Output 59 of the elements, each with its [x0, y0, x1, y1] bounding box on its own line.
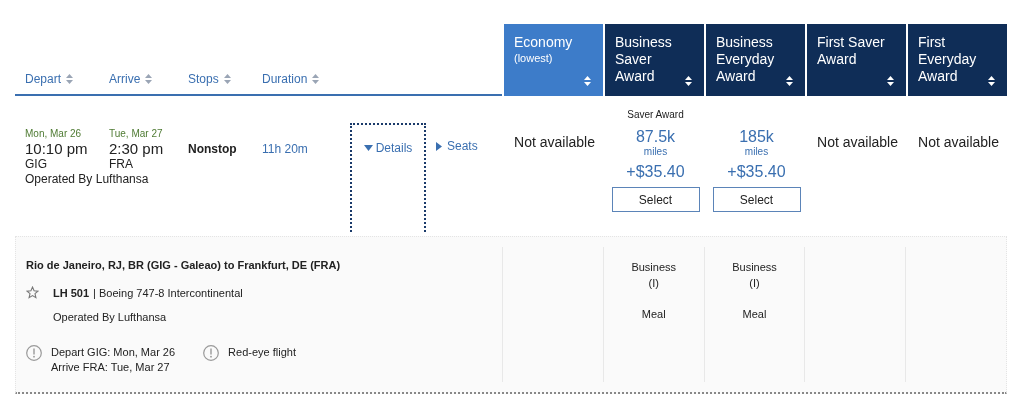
fare-column-header[interactable]: Economy (lowest): [504, 24, 603, 96]
operator-text: Operated By Lufthansa: [53, 310, 168, 325]
select-button[interactable]: Select: [611, 187, 700, 212]
sort-header[interactable]: Arrive: [109, 70, 188, 88]
miles-unit: miles: [643, 146, 668, 158]
cabin-text: Business: [732, 260, 777, 275]
alert-icon: [203, 344, 220, 361]
depart-date: Mon, Mar 26: [25, 128, 83, 140]
sort-icon: [988, 76, 995, 86]
meal-text: Meal: [742, 307, 767, 322]
details-link[interactable]: Details: [363, 139, 413, 157]
sort-icon: [685, 76, 692, 86]
award-label: Saver Award: [627, 108, 684, 122]
fee-amount: +$35.40: [626, 162, 685, 182]
sort-icon: [786, 76, 793, 86]
sort-icon: [145, 74, 153, 84]
alert-icon: [26, 344, 42, 361]
availability-text: Not available: [514, 133, 595, 152]
stops-text: Nonstop: [188, 141, 238, 158]
miles-amount: 185k: [739, 128, 774, 146]
caret-icon: [363, 145, 373, 151]
caret-icon: [436, 141, 442, 151]
fare-column-header[interactable]: Business Everyday Award: [706, 24, 805, 96]
miles-unit: miles: [744, 146, 769, 158]
fare-code: (I): [648, 276, 659, 291]
sort-icon: [584, 76, 591, 86]
depart-time: 10:10 pm: [25, 140, 89, 157]
aircraft-text: | Boeing 747-8 Intercontinental: [93, 285, 243, 301]
sort-icon: [312, 74, 320, 84]
sort-header[interactable]: Stops: [188, 70, 262, 88]
availability-text: Not available: [918, 133, 999, 152]
sort-icon: [223, 74, 231, 84]
notice-text: Depart GIG: Mon, Mar 26: [51, 344, 176, 360]
fare-column-header[interactable]: Business Saver Award: [605, 24, 704, 96]
meal-text: Meal: [641, 307, 666, 322]
notice-text: Arrive FRA: Tue, Mar 27: [51, 359, 171, 375]
availability-text: Not available: [817, 133, 898, 152]
depart-airport: GIG: [25, 157, 48, 171]
cabin-text: Business: [631, 260, 677, 275]
fare-code: (I): [749, 276, 760, 291]
sort-header[interactable]: Duration: [262, 70, 342, 88]
fare-column-header[interactable]: First Everyday Award: [908, 24, 1007, 96]
arrive-date: Tue, Mar 27: [109, 128, 164, 140]
star-icon: [26, 286, 39, 300]
notice-text: Red-eye flight: [228, 344, 296, 360]
duration-text: 11h 20m: [262, 141, 309, 158]
seats-link[interactable]: Seats: [436, 137, 478, 155]
operator-text: Operated By Lufthansa: [25, 171, 149, 188]
miles-amount: 87.5k: [635, 128, 676, 146]
arrive-airport: FRA: [109, 157, 134, 171]
sort-icon: [887, 76, 894, 86]
sort-icon: [66, 74, 74, 84]
arrive-time: 2:30 pm: [109, 140, 165, 157]
fee-amount: +$35.40: [727, 162, 786, 182]
select-button[interactable]: Select: [712, 187, 801, 212]
fare-column-header[interactable]: First Saver Award: [807, 24, 906, 96]
flight-number: LH 501: [53, 285, 90, 301]
route-text: Rio de Janeiro, RJ, BR (GIG - Galeao) to Frankfurt, DE (FRA): [26, 258, 342, 273]
sort-header[interactable]: Depart: [25, 70, 109, 88]
